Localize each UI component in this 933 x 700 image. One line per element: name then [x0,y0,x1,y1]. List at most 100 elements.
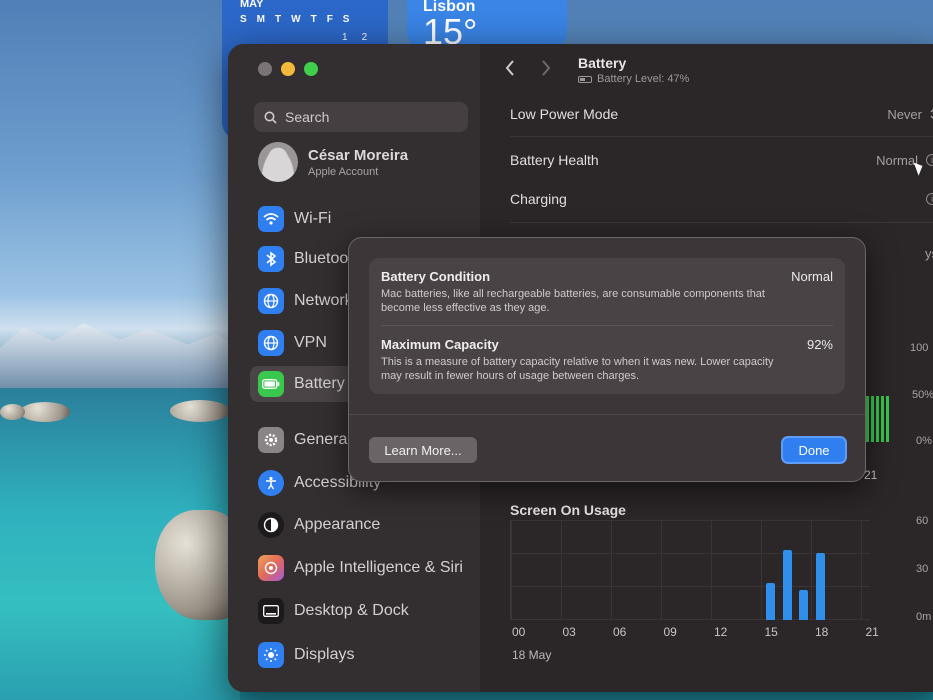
account-subtitle: Apple Account [308,165,379,178]
gear-icon [258,427,284,453]
sidebar-item-label: Appearance [294,516,381,533]
window-controls [258,62,318,76]
siri-icon [258,555,284,581]
sidebar-item-label: VPN [294,334,327,351]
learn-more-button[interactable]: Learn More... [369,437,477,463]
battery-mini-icon [578,75,592,83]
sidebar-item-desktop-dock[interactable]: Desktop & Dock [250,593,472,629]
x-tick-label: 21 [865,625,879,639]
calendar-days: 1 2 [342,32,367,43]
sidebar-item-appearance[interactable]: Appearance [250,507,472,543]
x-tick-label: 18 [815,625,829,639]
battery-condition-value: Normal [791,269,833,284]
weekday-label: M [256,14,266,25]
battery-health-row: Battery Health Normal i [510,152,933,168]
battery-health-sheet: Battery Condition Normal Mac batteries, … [348,237,866,482]
back-button[interactable] [496,57,524,83]
divider [510,222,933,223]
done-button[interactable]: Done [781,436,847,464]
close-button[interactable] [258,62,272,76]
divider [510,136,933,137]
globe-icon [258,330,284,356]
weekday-label: T [275,14,282,25]
chevron-left-icon [505,60,514,76]
calendar-day: 1 [342,32,348,43]
weekday-label: T [310,14,317,25]
sun-icon [258,642,284,668]
battery-level-bars [866,396,889,442]
calendar-day: 2 [361,32,368,43]
battery-health-card: Battery Condition Normal Mac batteries, … [369,258,845,394]
maximum-capacity-title: Maximum Capacity [381,337,499,352]
desktop-rock [20,402,70,422]
sidebar-item-apple-intelligence-siri[interactable]: Apple Intelligence & Siri [250,550,472,586]
globe-icon [258,288,284,314]
y-tick-label: 30 [916,563,929,575]
low-power-mode-label: Low Power Mode [510,106,619,122]
battery-health-value: Normal [876,152,918,168]
desktop-rock [0,404,25,420]
calendar-weekdays: S M T W T F S [240,14,349,25]
x-tick-label: 09 [663,625,677,639]
battery-icon [258,371,284,397]
low-power-mode-select[interactable]: Never [887,107,933,122]
battery-level-status: Battery Level: 47% [578,73,689,85]
info-icon[interactable]: i [926,193,933,205]
weekday-label: W [291,14,301,25]
x-tick-label: 03 [562,625,576,639]
battery-health-label: Battery Health [510,152,599,168]
x-tick-label: 00 [512,625,526,639]
battery-level-bar [871,396,874,442]
search-input[interactable]: Search [254,102,468,132]
zoom-button[interactable] [304,62,318,76]
y-tick-label: 60 [916,515,929,527]
x-tick-label: 06 [613,625,627,639]
search-placeholder: Search [285,109,330,125]
battery-condition-description: Mac batteries, like all rechargeable bat… [381,288,765,314]
sidebar-item-displays[interactable]: Displays [250,637,472,673]
calendar-month: MAY [240,0,264,10]
sidebar-item-label: Network [294,292,353,309]
sidebar-item-label: Displays [294,646,355,663]
y-tick-label: 100 [910,342,929,354]
battery-level-bar [886,396,889,442]
search-icon [264,111,277,124]
chevron-right-icon [542,60,551,76]
account-name: César Moreira [308,146,409,164]
usage-bar [766,583,775,620]
chart-date: 18 May [512,648,552,662]
desktop-mountains [0,323,240,390]
weather-widget[interactable]: Lisbon 15° [407,0,567,50]
low-power-mode-row: Low Power Mode Never [510,106,933,122]
sidebar-item-label: Desktop & Dock [294,602,409,619]
desktop-rock [170,400,230,422]
battery-condition-title: Battery Condition [381,269,491,284]
maximum-capacity-row: Maximum Capacity 92% This is a measure o… [381,337,833,383]
wifi-icon [258,206,284,232]
sidebar-item-label: Battery [294,375,345,392]
charging-row: Charging i [510,191,933,207]
battery-level-bar [876,396,879,442]
weekday-label: F [326,14,333,25]
divider [381,325,833,326]
low-power-mode-value: Never [887,106,922,122]
x-tick-label: 21 [864,468,878,482]
avatar [258,142,298,182]
appearance-icon [258,512,284,538]
battery-level-bar [881,396,884,442]
screen-on-usage-chart [510,520,870,620]
title-block: Battery Battery Level: 47% [578,55,689,85]
usage-bar [815,553,825,620]
battery-health-value-group: Normal i [876,153,933,168]
apple-account[interactable]: César Moreira Apple Account [258,142,408,182]
forward-button[interactable] [532,57,560,83]
y-tick-label: 50% [912,389,933,401]
sidebar-item-label: Apple Intelligence & Siri [294,559,463,576]
minimize-button[interactable] [281,62,295,76]
battery-condition-row: Battery Condition Normal Mac batteries, … [381,269,833,315]
info-icon[interactable]: i [926,154,933,166]
dock-icon [258,598,284,624]
sidebar-item-wifi[interactable]: Wi-Fi [250,201,472,237]
x-tick-label: 15 [764,625,778,639]
weekday-label: S [342,14,350,25]
